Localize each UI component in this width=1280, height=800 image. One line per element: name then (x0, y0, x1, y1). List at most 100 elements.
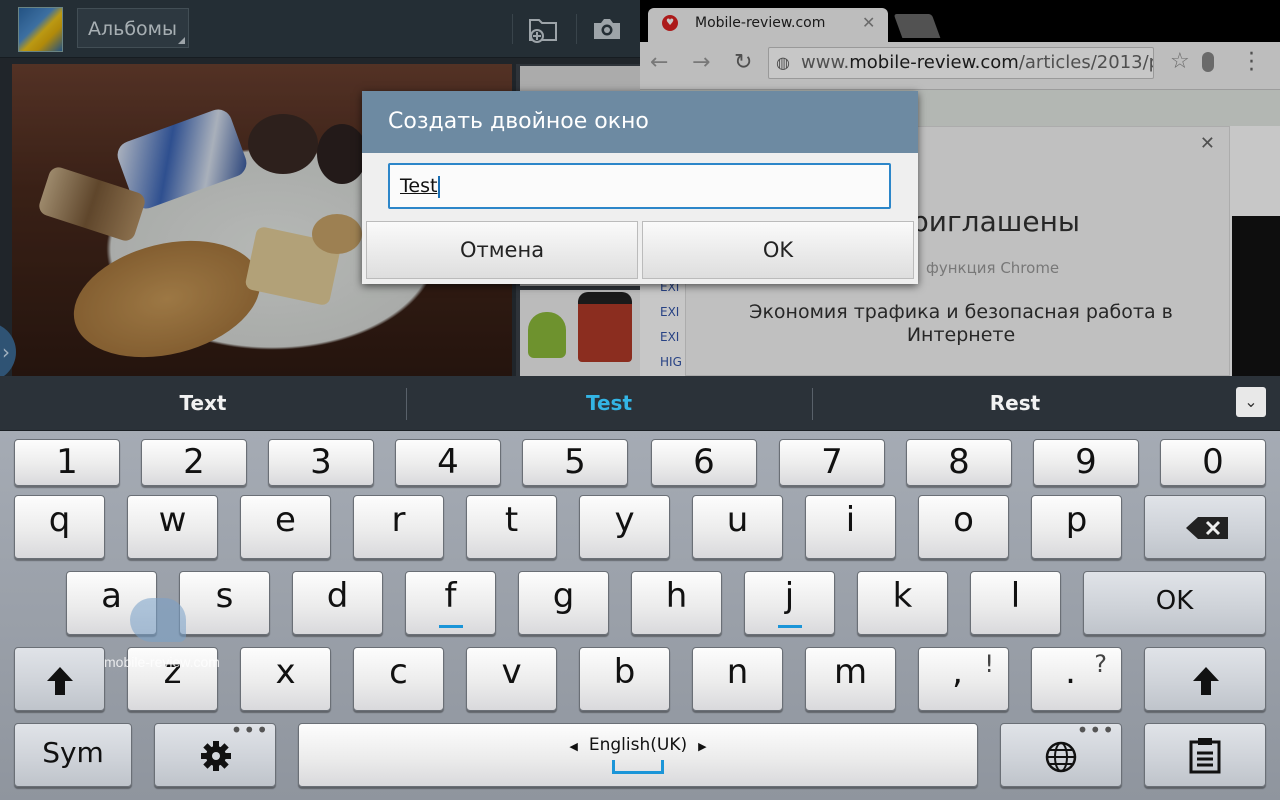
key-g[interactable]: g (518, 571, 609, 635)
key-label: w (158, 500, 187, 540)
key-q[interactable]: q (14, 495, 105, 559)
key-c[interactable]: c (353, 647, 444, 711)
key-2[interactable]: 2 (141, 439, 247, 486)
key-5[interactable]: 5 (522, 439, 628, 486)
key-label: 0 (1202, 442, 1224, 482)
key-m[interactable]: m (805, 647, 896, 711)
key-e[interactable]: e (240, 495, 331, 559)
key-label: 3 (310, 442, 332, 482)
create-dual-window-dialog: Создать двойное окно Test Отмена OK (362, 91, 918, 284)
key-label: m (833, 652, 868, 692)
key-7[interactable]: 7 (779, 439, 885, 486)
cancel-button[interactable]: Отмена (366, 221, 638, 279)
key-label: c (389, 652, 408, 692)
key-label: k (892, 576, 913, 616)
key-sublabel: ? (1094, 650, 1107, 678)
key-label: f (444, 576, 457, 616)
key-v[interactable]: v (466, 647, 557, 711)
caret-left-icon: ◀ (569, 740, 578, 753)
key-d[interactable]: d (292, 571, 383, 635)
key-label: q (48, 500, 71, 540)
suggestion-item-selected[interactable]: Test (406, 376, 812, 431)
shift-key-left[interactable] (14, 647, 105, 711)
shift-key-right[interactable] (1144, 647, 1266, 711)
key-p[interactable]: p (1031, 495, 1122, 559)
key-label: t (504, 500, 519, 540)
key-label: p (1065, 500, 1088, 540)
key-k[interactable]: k (857, 571, 948, 635)
caret-right-icon: ▶ (698, 740, 707, 753)
backspace-key[interactable] (1144, 495, 1266, 559)
space-key[interactable]: ◀ English(UK) ▶ (298, 723, 978, 787)
key-j[interactable]: j (744, 571, 835, 635)
shift-icon (47, 667, 73, 695)
key-9[interactable]: 9 (1033, 439, 1139, 486)
settings-key[interactable]: ••• (154, 718, 276, 787)
key-6[interactable]: 6 (651, 439, 757, 486)
key-label: r (391, 500, 406, 540)
text-caret (438, 175, 441, 198)
watermark-logo-icon (130, 598, 186, 642)
key-h[interactable]: h (631, 571, 722, 635)
key-8[interactable]: 8 (906, 439, 1012, 486)
clipboard-icon (1189, 738, 1221, 774)
language-key[interactable]: ••• (1000, 718, 1122, 787)
more-options-icon: ••• (230, 718, 269, 742)
key-u[interactable]: u (692, 495, 783, 559)
key-b[interactable]: b (579, 647, 670, 711)
chevron-down-icon[interactable]: ⌄ (1236, 387, 1266, 417)
key-period[interactable]: .? (1031, 647, 1122, 711)
language-indicator: ◀ English(UK) ▶ (299, 735, 977, 755)
key-label: . (1065, 652, 1076, 692)
key-comma[interactable]: ,! (918, 647, 1009, 711)
sym-key[interactable]: Sym (14, 723, 132, 787)
suggestion-item[interactable]: Text (0, 376, 406, 431)
key-label: l (1010, 576, 1021, 616)
key-1[interactable]: 1 (14, 439, 120, 486)
key-4[interactable]: 4 (395, 439, 501, 486)
key-3[interactable]: 3 (268, 439, 374, 486)
key-label: , (952, 652, 963, 692)
language-label: English(UK) (588, 735, 688, 755)
key-label: OK (1155, 586, 1194, 616)
key-t[interactable]: t (466, 495, 557, 559)
key-o[interactable]: o (918, 495, 1009, 559)
space-bar-icon (612, 760, 664, 774)
key-f[interactable]: f (405, 571, 496, 635)
key-label: b (613, 652, 636, 692)
key-label: y (614, 500, 635, 540)
suggestion-bar: Text Test Rest ⌄ (0, 376, 1280, 431)
globe-icon (1045, 741, 1077, 773)
key-l[interactable]: l (970, 571, 1061, 635)
key-label: n (726, 652, 749, 692)
home-key-marker (439, 625, 463, 628)
key-i[interactable]: i (805, 495, 896, 559)
key-label: 6 (693, 442, 715, 482)
key-label: 8 (948, 442, 970, 482)
key-label: x (275, 652, 296, 692)
suggestion-item[interactable]: Rest (812, 376, 1218, 431)
key-label: 7 (821, 442, 843, 482)
backspace-icon (1186, 517, 1228, 539)
keyboard: 1 2 3 4 5 6 7 8 9 0 q w e r t y u i o p … (0, 431, 1280, 800)
window-name-value: Test (400, 175, 438, 197)
dialog-title: Создать двойное окно (362, 91, 918, 153)
ok-button[interactable]: OK (642, 221, 914, 279)
key-label: u (726, 500, 749, 540)
window-name-input[interactable]: Test (388, 163, 891, 209)
clipboard-key[interactable] (1144, 723, 1266, 787)
enter-key[interactable]: OK (1083, 571, 1266, 635)
key-label: 9 (1075, 442, 1097, 482)
key-n[interactable]: n (692, 647, 783, 711)
key-0[interactable]: 0 (1160, 439, 1266, 486)
key-x[interactable]: x (240, 647, 331, 711)
key-label: h (665, 576, 688, 616)
key-label: d (326, 576, 349, 616)
key-r[interactable]: r (353, 495, 444, 559)
shift-icon (1193, 667, 1219, 695)
key-s[interactable]: s (179, 571, 270, 635)
key-w[interactable]: w (127, 495, 218, 559)
key-label: a (101, 576, 122, 616)
key-label: j (784, 576, 795, 616)
key-y[interactable]: y (579, 495, 670, 559)
